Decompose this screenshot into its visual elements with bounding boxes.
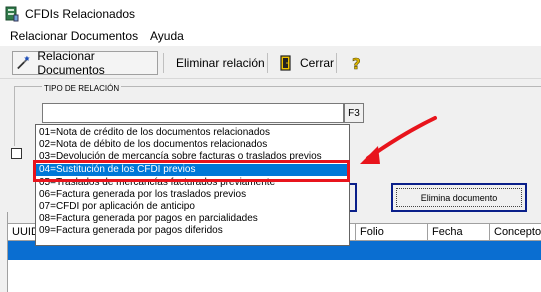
relacionar-documentos-label: Relacionar Documentos [37, 49, 105, 77]
dropdown-option[interactable]: 06=Factura generada por los traslados pr… [36, 189, 349, 201]
tipo-relacion-label: TIPO DE RELACIÓN [42, 84, 122, 93]
tipo-relacion-dropdown[interactable]: 01=Nota de crédito de los documentos rel… [35, 124, 350, 246]
window-title: CFDIs Relacionados [25, 7, 136, 21]
app-icon [5, 6, 19, 22]
dropdown-option[interactable]: 09=Factura generada por pagos diferidos [36, 225, 349, 237]
title-bar: CFDIs Relacionados [0, 0, 541, 28]
toolbar-separator [163, 53, 164, 73]
grid-row-indicator [0, 212, 8, 292]
menu-ayuda[interactable]: Ayuda [150, 29, 184, 43]
dropdown-option[interactable]: 01=Nota de crédito de los documentos rel… [36, 127, 349, 139]
cerrar-button[interactable]: Cerrar [277, 51, 334, 75]
cerrar-label: Cerrar [300, 56, 335, 70]
dropdown-option[interactable]: 07=CFDI por aplicación de anticipo [36, 201, 349, 213]
toolbar: Relacionar Documentos Eliminar relación … [0, 47, 541, 79]
elimina-documento-button[interactable]: Elimina documento [391, 183, 527, 212]
menu-bar: Relacionar Documentos Ayuda [0, 28, 541, 46]
svg-text:?: ? [352, 55, 361, 72]
link-documents-icon [17, 55, 30, 70]
column-folio[interactable]: Folio [355, 224, 427, 241]
door-exit-icon [280, 55, 291, 71]
checkbox[interactable] [11, 148, 22, 159]
toolbar-separator [267, 53, 268, 73]
grid-body [8, 260, 541, 292]
dropdown-option[interactable]: 02=Nota de débito de los documentos rela… [36, 139, 349, 151]
menu-relacionar-documentos[interactable]: Relacionar Documentos [10, 29, 138, 43]
column-fecha[interactable]: Fecha [427, 224, 489, 241]
toolbar-separator [336, 53, 337, 73]
dropdown-option-selected[interactable]: 04=Sustitución de los CFDI previos [36, 164, 349, 176]
dropdown-option[interactable]: 05=Traslados de mercancías facturados pr… [36, 177, 349, 189]
elimina-documento-label: Elimina documento [420, 192, 498, 203]
relacionar-documentos-button[interactable]: Relacionar Documentos [12, 49, 158, 77]
agregar-documento-button[interactable] [350, 183, 357, 212]
column-concepto[interactable]: Concepto [489, 224, 541, 241]
dropdown-option[interactable]: 08=Factura generada por pagos en parcial… [36, 213, 349, 225]
f3-lookup-button[interactable]: F3 [344, 103, 364, 123]
tipo-relacion-input[interactable] [42, 103, 344, 123]
eliminar-relacion-button[interactable]: Eliminar relación [176, 51, 265, 75]
eliminar-relacion-label: Eliminar relación [176, 56, 265, 70]
help-question-icon: ? [352, 55, 361, 72]
dropdown-option[interactable]: 03=Devolución de mercancía sobre factura… [36, 151, 349, 163]
help-button[interactable]: ? [348, 51, 371, 75]
